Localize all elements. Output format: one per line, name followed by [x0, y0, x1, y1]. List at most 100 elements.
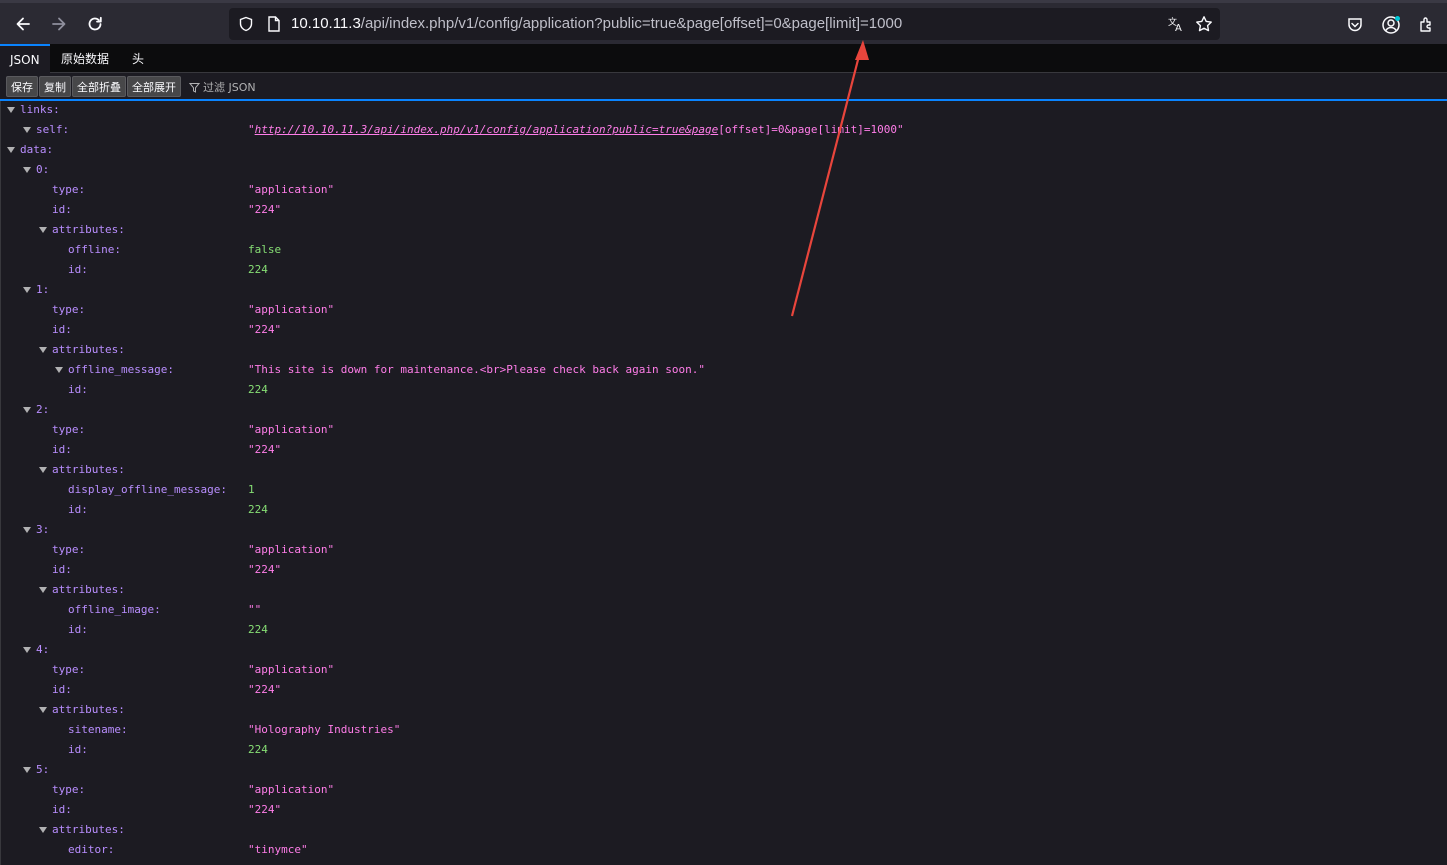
expand-toggle-icon[interactable]	[39, 347, 47, 353]
expand-toggle-icon[interactable]	[23, 767, 31, 773]
tree-row-attribute-id[interactable]: id: 224	[1, 381, 1447, 401]
address-bar[interactable]: 10.10.11.3/api/index.php/v1/config/appli…	[229, 8, 1220, 40]
collapse-all-button[interactable]: 全部折叠	[72, 76, 126, 97]
tree-row-type[interactable]: type: "application"	[1, 301, 1447, 321]
url-text[interactable]: 10.10.11.3/api/index.php/v1/config/appli…	[291, 15, 902, 32]
json-value-number[interactable]: 224	[248, 381, 268, 399]
json-value-string[interactable]: "224"	[248, 441, 281, 459]
json-value-number[interactable]: 224	[248, 621, 268, 639]
star-icon[interactable]	[1195, 15, 1213, 33]
json-value-string[interactable]: "224"	[248, 201, 281, 219]
translate-icon[interactable]: 文A	[1167, 15, 1185, 33]
tree-row-id[interactable]: id: "224"	[1, 801, 1447, 821]
json-value-number[interactable]: 224	[248, 741, 268, 759]
page-icon[interactable]	[265, 15, 283, 33]
tree-row-item-1[interactable]: 1:	[1, 281, 1447, 301]
tree-row-data[interactable]: data:	[1, 141, 1447, 161]
json-value-string[interactable]: "224"	[248, 321, 281, 339]
tab-raw-data[interactable]: 原始数据	[51, 44, 119, 72]
json-value-bool[interactable]: false	[248, 241, 281, 259]
json-value-string[interactable]: "application"	[248, 541, 334, 559]
expand-toggle-icon[interactable]	[55, 367, 63, 373]
tab-json[interactable]: JSON	[0, 44, 50, 74]
json-value-number[interactable]: 1	[248, 481, 255, 499]
expand-toggle-icon[interactable]	[7, 147, 15, 153]
json-value-string[interactable]: "application"	[248, 301, 334, 319]
json-value-string[interactable]: "http://10.10.11.3/api/index.php/v1/conf…	[248, 121, 904, 139]
tree-row-id[interactable]: id: "224"	[1, 681, 1447, 701]
account-icon[interactable]	[1380, 14, 1402, 36]
tree-row-item-5[interactable]: 5:	[1, 761, 1447, 781]
json-value-string[interactable]: "224"	[248, 561, 281, 579]
tree-row-attributes[interactable]: attributes:	[1, 221, 1447, 241]
json-value-string[interactable]: "application"	[248, 661, 334, 679]
json-value-string[interactable]: "application"	[248, 421, 334, 439]
json-value-string[interactable]: "224"	[248, 801, 281, 819]
self-link[interactable]: http://10.10.11.3/api/index.php/v1/confi…	[255, 123, 719, 136]
tree-row-item-2[interactable]: 2:	[1, 401, 1447, 421]
tree-row-type[interactable]: type: "application"	[1, 781, 1447, 801]
tree-row-attribute[interactable]: editor: "tinymce"	[1, 841, 1447, 861]
tab-headers[interactable]: 头	[122, 44, 154, 72]
tree-row-attribute[interactable]: offline_image: ""	[1, 601, 1447, 621]
tree-row-type[interactable]: type: "application"	[1, 181, 1447, 201]
tree-row-attributes[interactable]: attributes:	[1, 461, 1447, 481]
tree-row-attributes[interactable]: attributes:	[1, 341, 1447, 361]
json-value-number[interactable]: 224	[248, 261, 268, 279]
tree-row-attribute-id[interactable]: id: 224	[1, 501, 1447, 521]
expand-toggle-icon[interactable]	[23, 527, 31, 533]
tree-row-attributes[interactable]: attributes:	[1, 581, 1447, 601]
json-value-string[interactable]: "Holography Industries"	[248, 721, 400, 739]
pocket-icon[interactable]	[1344, 14, 1366, 36]
json-value-string[interactable]: "tinymce"	[248, 841, 308, 859]
expand-all-button[interactable]: 全部展开	[127, 76, 181, 97]
forward-button[interactable]	[46, 11, 72, 37]
tree-row-attribute[interactable]: sitename: "Holography Industries"	[1, 721, 1447, 741]
json-key: 1:	[36, 283, 50, 296]
tree-row-type[interactable]: type: "application"	[1, 541, 1447, 561]
tree-row-item-4[interactable]: 4:	[1, 641, 1447, 661]
tree-row-id[interactable]: id: "224"	[1, 441, 1447, 461]
tree-row-attribute[interactable]: offline: false	[1, 241, 1447, 261]
expand-toggle-icon[interactable]	[39, 707, 47, 713]
expand-toggle-icon[interactable]	[23, 287, 31, 293]
tree-row-attribute-id[interactable]: id: 224	[1, 741, 1447, 761]
tree-row-id[interactable]: id: "224"	[1, 201, 1447, 221]
expand-toggle-icon[interactable]	[23, 647, 31, 653]
tree-row-item-3[interactable]: 3:	[1, 521, 1447, 541]
json-value-string[interactable]: ""	[248, 601, 261, 619]
shield-icon[interactable]	[237, 15, 255, 33]
tree-row-type[interactable]: type: "application"	[1, 661, 1447, 681]
json-value-string[interactable]: "application"	[248, 781, 334, 799]
expand-toggle-icon[interactable]	[23, 407, 31, 413]
json-value-number[interactable]: 224	[248, 501, 268, 519]
back-button[interactable]	[10, 11, 36, 37]
tree-row-attribute-id[interactable]: id: 224	[1, 621, 1447, 641]
expand-toggle-icon[interactable]	[39, 827, 47, 833]
tree-row-attributes[interactable]: attributes:	[1, 701, 1447, 721]
filter-json-input[interactable]: 过滤 JSON	[189, 79, 256, 95]
expand-toggle-icon[interactable]	[39, 467, 47, 473]
copy-button[interactable]: 复制	[39, 76, 71, 97]
tree-row-attribute[interactable]: display_offline_message: 1	[1, 481, 1447, 501]
expand-toggle-icon[interactable]	[39, 587, 47, 593]
tree-row-id[interactable]: id: "224"	[1, 561, 1447, 581]
expand-toggle-icon[interactable]	[23, 127, 31, 133]
extensions-icon[interactable]	[1416, 14, 1438, 36]
tree-row-links[interactable]: links:	[1, 101, 1447, 121]
tree-row-id[interactable]: id: "224"	[1, 321, 1447, 341]
reload-button[interactable]	[82, 11, 108, 37]
json-value-string[interactable]: "This site is down for maintenance.<br>P…	[248, 361, 705, 379]
tree-row-item-0[interactable]: 0:	[1, 161, 1447, 181]
tree-row-attributes[interactable]: attributes:	[1, 821, 1447, 841]
save-button[interactable]: 保存	[6, 76, 38, 97]
json-value-string[interactable]: "224"	[248, 681, 281, 699]
tree-row-type[interactable]: type: "application"	[1, 421, 1447, 441]
tree-row-attribute[interactable]: offline_message: "This site is down for m…	[1, 361, 1447, 381]
json-value-string[interactable]: "application"	[248, 181, 334, 199]
tree-row-self[interactable]: self: "http://10.10.11.3/api/index.php/v…	[1, 121, 1447, 141]
expand-toggle-icon[interactable]	[39, 227, 47, 233]
expand-toggle-icon[interactable]	[7, 107, 15, 113]
expand-toggle-icon[interactable]	[23, 167, 31, 173]
tree-row-attribute-id[interactable]: id: 224	[1, 261, 1447, 281]
